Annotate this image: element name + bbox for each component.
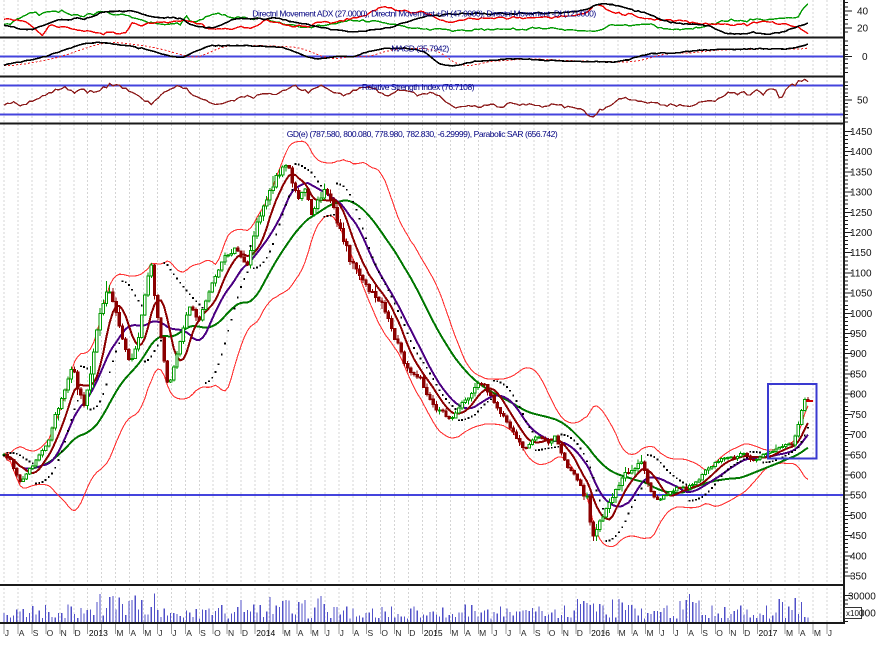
svg-text:A: A [186, 628, 192, 638]
svg-text:650: 650 [850, 450, 867, 461]
svg-text:800: 800 [850, 390, 867, 401]
svg-text:350: 350 [850, 572, 867, 583]
svg-text:J: J [828, 628, 832, 638]
svg-text:400: 400 [850, 551, 867, 562]
svg-text:550: 550 [850, 491, 867, 502]
svg-text:J: J [493, 628, 497, 638]
svg-text:J: J [326, 628, 330, 638]
svg-text:2016: 2016 [591, 628, 610, 638]
svg-text:GD(e) (787.580, 800.080, 778.9: GD(e) (787.580, 800.080, 778.980, 782.83… [287, 129, 558, 139]
svg-text:N: N [228, 628, 234, 638]
svg-text:Directnl Movement ADX (27.0000: Directnl Movement ADX (27.0000), Directn… [252, 9, 596, 19]
svg-text:S: S [535, 628, 541, 638]
svg-text:1400: 1400 [850, 147, 873, 158]
svg-text:O: O [381, 628, 388, 638]
svg-text:950: 950 [850, 329, 867, 340]
svg-text:1050: 1050 [850, 289, 873, 300]
svg-text:N: N [730, 628, 736, 638]
svg-text:N: N [563, 628, 569, 638]
svg-text:2015: 2015 [424, 628, 443, 638]
svg-text:1250: 1250 [850, 208, 873, 219]
svg-text:x100: x100 [846, 609, 864, 618]
svg-text:M: M [647, 628, 654, 638]
svg-text:30000: 30000 [848, 592, 876, 603]
svg-text:700: 700 [850, 430, 867, 441]
svg-text:750: 750 [850, 410, 867, 421]
svg-text:D: D [409, 628, 415, 638]
svg-text:A: A [298, 628, 304, 638]
svg-text:A: A [354, 628, 360, 638]
svg-text:2014: 2014 [256, 628, 275, 638]
svg-text:A: A [800, 628, 806, 638]
svg-text:A: A [633, 628, 639, 638]
svg-text:Relative Strength Index (76.71: Relative Strength Index (76.7108) [362, 82, 475, 92]
svg-text:O: O [716, 628, 723, 638]
svg-text:1100: 1100 [850, 268, 872, 279]
svg-text:S: S [200, 628, 206, 638]
svg-text:D: D [577, 628, 583, 638]
svg-text:A: A [465, 628, 471, 638]
svg-text:S: S [368, 628, 374, 638]
svg-text:450: 450 [850, 531, 867, 542]
svg-text:J: J [5, 628, 9, 638]
svg-text:1200: 1200 [850, 228, 873, 239]
svg-text:S: S [702, 628, 708, 638]
svg-text:O: O [214, 628, 221, 638]
svg-text:N: N [61, 628, 67, 638]
svg-text:J: J [660, 628, 664, 638]
svg-text:1000: 1000 [850, 309, 873, 320]
svg-text:A: A [130, 628, 136, 638]
svg-text:40: 40 [857, 7, 869, 18]
svg-text:850: 850 [850, 370, 867, 381]
svg-text:M: M [312, 628, 319, 638]
svg-text:1150: 1150 [850, 248, 872, 259]
svg-text:1350: 1350 [850, 167, 873, 178]
svg-text:20: 20 [857, 24, 869, 35]
svg-text:2017: 2017 [759, 628, 778, 638]
svg-text:600: 600 [850, 471, 867, 482]
svg-text:J: J [172, 628, 176, 638]
svg-text:1300: 1300 [850, 188, 873, 199]
svg-text:D: D [242, 628, 248, 638]
svg-text:0: 0 [862, 52, 868, 63]
svg-text:1450: 1450 [850, 127, 873, 138]
svg-text:D: D [75, 628, 81, 638]
svg-text:500: 500 [850, 511, 867, 522]
svg-text:MACD (35.7942): MACD (35.7942) [391, 44, 449, 54]
svg-text:2013: 2013 [89, 628, 108, 638]
svg-text:900: 900 [850, 349, 867, 360]
svg-text:N: N [395, 628, 401, 638]
svg-text:M: M [116, 628, 123, 638]
svg-text:J: J [507, 628, 511, 638]
svg-text:M: M [619, 628, 626, 638]
svg-text:M: M [479, 628, 486, 638]
svg-text:J: J [674, 628, 678, 638]
svg-text:50: 50 [857, 96, 869, 107]
svg-text:A: A [521, 628, 527, 638]
svg-text:J: J [340, 628, 344, 638]
svg-text:S: S [33, 628, 39, 638]
svg-text:M: M [786, 628, 793, 638]
svg-text:A: A [688, 628, 694, 638]
svg-text:A: A [19, 628, 25, 638]
svg-text:O: O [549, 628, 556, 638]
svg-text:M: M [144, 628, 151, 638]
svg-text:J: J [158, 628, 162, 638]
svg-text:M: M [284, 628, 291, 638]
svg-text:O: O [47, 628, 54, 638]
svg-text:M: M [451, 628, 458, 638]
svg-text:D: D [744, 628, 750, 638]
svg-text:M: M [814, 628, 821, 638]
